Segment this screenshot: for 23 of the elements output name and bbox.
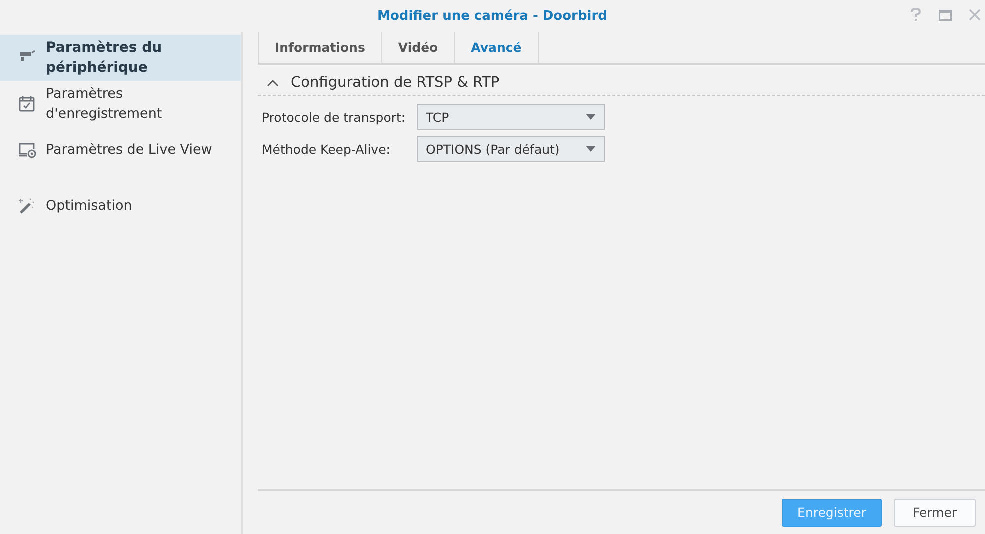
close-button[interactable]: Fermer — [894, 498, 976, 526]
sidebar-item[interactable]: Paramètres du périphérique — [0, 35, 241, 81]
maximize-icon[interactable] — [939, 10, 952, 20]
field-label: Protocole de transport: — [261, 110, 407, 124]
tab[interactable]: Informations — [258, 32, 382, 63]
sidebar-item[interactable]: Optimisation — [0, 183, 241, 229]
tab[interactable]: Vidéo — [381, 32, 454, 63]
caret-icon — [586, 114, 596, 120]
tab[interactable]: Avancé — [454, 32, 539, 63]
caret-icon — [586, 146, 596, 152]
window-title: Modifier une caméra - Doorbird — [378, 8, 608, 24]
monitor-icon — [18, 141, 36, 159]
dropdown[interactable]: TCP — [417, 104, 605, 130]
sidebar-item[interactable]: Paramètres d'enregistrement — [0, 81, 241, 127]
field-label: Méthode Keep-Alive: — [261, 142, 392, 156]
section-title: Configuration de RTSP & RTP — [291, 75, 500, 91]
sidebar-item[interactable]: Paramètres de Live View — [0, 127, 241, 173]
calendar-icon — [18, 95, 36, 113]
wand-icon — [18, 197, 36, 215]
help-icon[interactable] — [910, 8, 922, 22]
dropdown[interactable]: OPTIONS (Par défaut) — [417, 136, 605, 162]
collapse-icon[interactable] — [267, 79, 279, 87]
close-icon[interactable] — [969, 9, 981, 21]
